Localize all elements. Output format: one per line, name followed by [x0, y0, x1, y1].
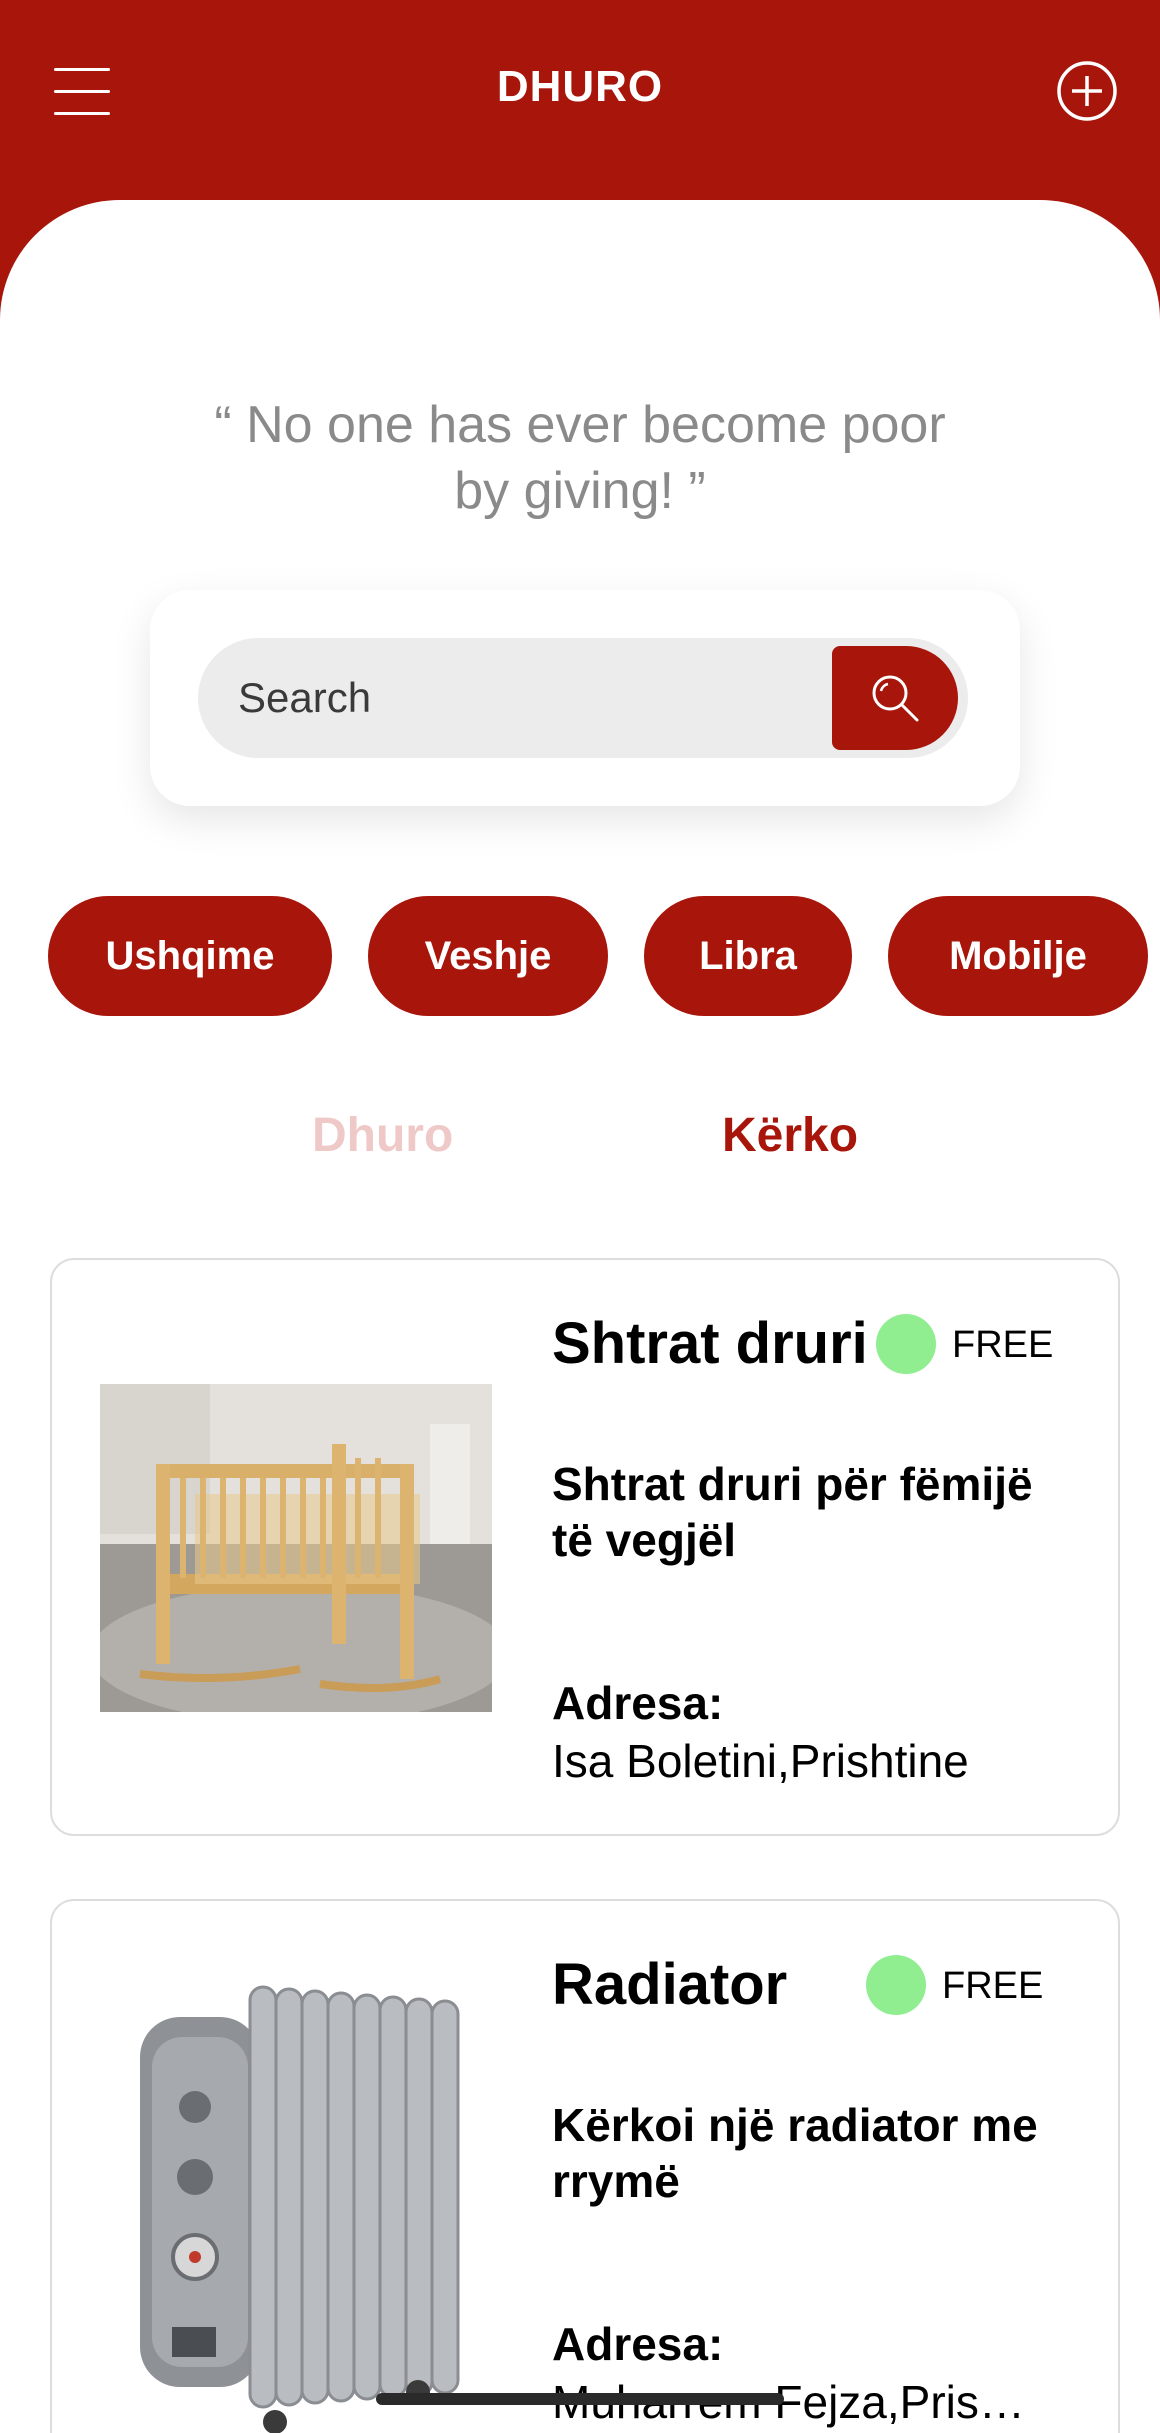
address-label: Adresa: — [552, 1677, 724, 1729]
listing-card[interactable]: Radiator FREE Kërkoi një radiator me rry… — [50, 1899, 1120, 2433]
radiator-image — [100, 1967, 530, 2433]
quote-text: “ No one has ever become poor by giving!… — [214, 396, 946, 520]
category-chip-libra[interactable]: Libra — [644, 896, 852, 1016]
crib-image — [100, 1384, 492, 1712]
free-status-label: FREE — [952, 1324, 1054, 1366]
listing-description: Shtrat druri për fëmijë të vegjël — [552, 1458, 1033, 1566]
search-card — [150, 590, 1020, 806]
category-chip-veshje[interactable]: Veshje — [368, 896, 608, 1016]
category-chip-mobilje[interactable]: Mobilje — [888, 896, 1148, 1016]
home-indicator — [376, 2393, 784, 2405]
category-chip-ushqime[interactable]: Ushqime — [48, 896, 332, 1016]
listing-card[interactable]: Shtrat druri FREE Shtrat druri për fëmij… — [50, 1258, 1120, 1836]
tab-kerko[interactable]: Kërko — [722, 1108, 858, 1163]
search-icon — [872, 675, 919, 722]
listing-description: Kërkoi një radiator me rrymë — [552, 2099, 1038, 2207]
address-value: Isa Boletini,Prishtine — [552, 1735, 969, 1787]
add-icon[interactable] — [1056, 60, 1118, 122]
search-input[interactable] — [238, 668, 798, 728]
free-status-dot — [866, 1955, 926, 2015]
address-label: Adresa: — [552, 2318, 724, 2370]
search-button[interactable] — [832, 646, 958, 750]
free-status-dot — [876, 1314, 936, 1374]
tab-dhuro[interactable]: Dhuro — [312, 1108, 453, 1163]
search-field — [198, 638, 968, 758]
app-title: DHURO — [496, 62, 664, 111]
listing-title: Radiator — [552, 1952, 788, 2017]
free-status-label: FREE — [942, 1965, 1044, 2007]
listing-title: Shtrat druri — [552, 1311, 868, 1376]
